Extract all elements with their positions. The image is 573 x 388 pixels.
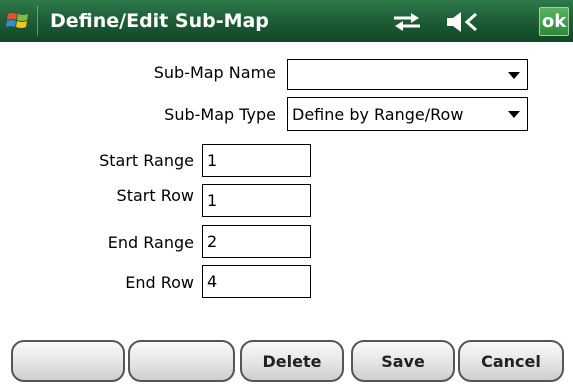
cancel-button[interactable]: Cancel xyxy=(458,340,564,382)
sync-icon[interactable] xyxy=(391,12,423,32)
start-range-field[interactable]: 1 xyxy=(202,144,311,177)
end-row-label: End Row xyxy=(125,273,194,292)
softkey-2-button[interactable] xyxy=(128,340,235,382)
end-range-field[interactable]: 2 xyxy=(202,225,311,258)
save-button[interactable]: Save xyxy=(351,340,455,382)
submap-name-label: Sub-Map Name xyxy=(153,63,276,82)
start-row-field[interactable]: 1 xyxy=(202,184,311,217)
ok-button[interactable]: ok xyxy=(539,7,569,36)
start-row-label: Start Row xyxy=(116,186,194,205)
submap-type-label: Sub-Map Type xyxy=(164,105,276,124)
chevron-down-icon[interactable] xyxy=(508,111,520,118)
title-bar: Define/Edit Sub-Map ok xyxy=(0,0,573,42)
start-range-label: Start Range xyxy=(99,151,194,170)
end-row-field[interactable]: 4 xyxy=(202,265,311,298)
chevron-down-icon[interactable] xyxy=(508,71,520,79)
speaker-off-icon[interactable] xyxy=(446,11,480,33)
delete-button[interactable]: Delete xyxy=(240,340,344,382)
submap-name-dropdown[interactable] xyxy=(287,59,528,90)
submap-type-dropdown[interactable]: Define by Range/Row xyxy=(287,97,528,131)
windows-flag-icon[interactable] xyxy=(6,9,30,33)
end-range-label: End Range xyxy=(107,233,194,252)
title-separator xyxy=(37,6,38,36)
softkey-bar: Delete Save Cancel xyxy=(0,338,573,388)
submap-type-value: Define by Range/Row xyxy=(292,104,464,124)
page-title: Define/Edit Sub-Map xyxy=(50,10,269,32)
softkey-1-button[interactable] xyxy=(11,340,125,382)
